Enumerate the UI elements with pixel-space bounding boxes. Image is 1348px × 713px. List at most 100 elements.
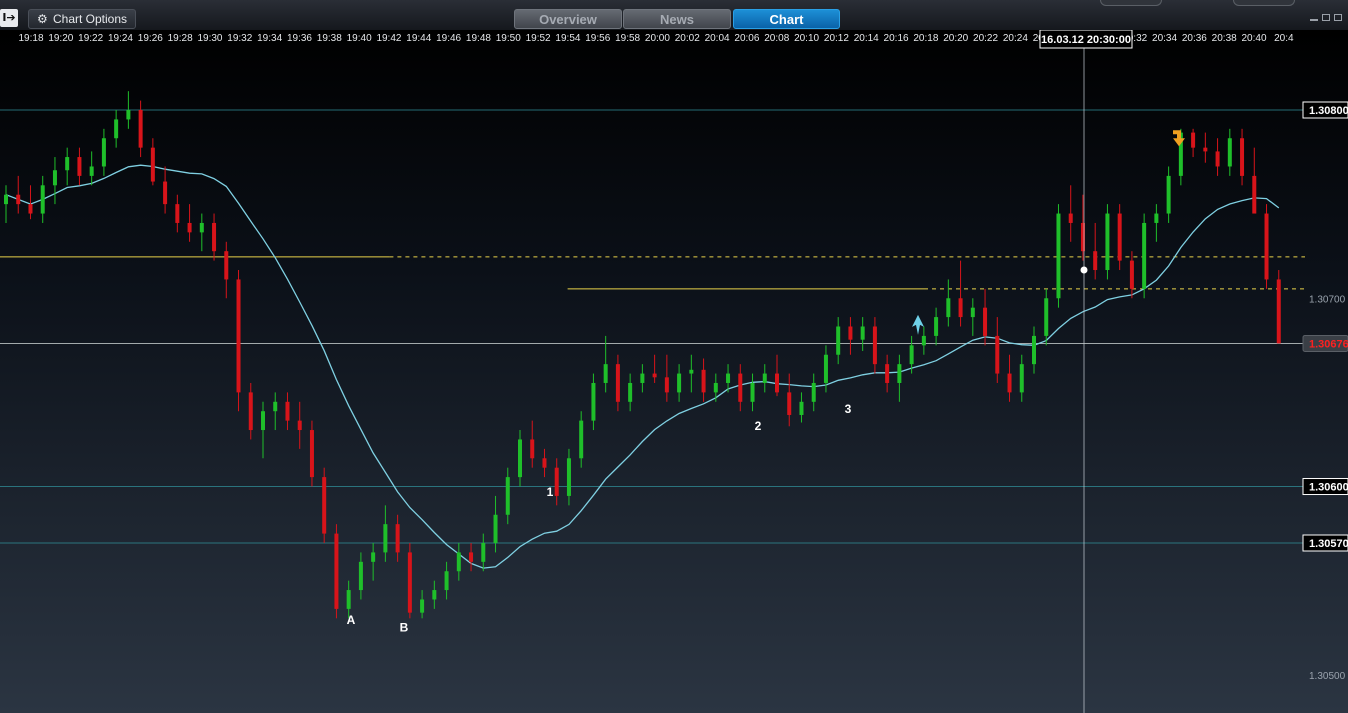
candle-body[interactable] xyxy=(1007,373,1012,393)
candle-body[interactable] xyxy=(591,382,596,421)
candle-body[interactable] xyxy=(1166,175,1171,214)
candle-body[interactable] xyxy=(187,222,192,233)
candle-body[interactable] xyxy=(1203,147,1208,152)
toolbar-tab-handle[interactable] xyxy=(1100,0,1162,6)
candle-body[interactable] xyxy=(566,458,571,496)
candle-body[interactable] xyxy=(799,401,804,415)
candle-body[interactable] xyxy=(1129,260,1134,289)
candle-body[interactable] xyxy=(236,279,241,393)
candle-body[interactable] xyxy=(958,298,963,318)
candle-body[interactable] xyxy=(16,194,21,205)
candle-body[interactable] xyxy=(897,364,902,383)
candle-body[interactable] xyxy=(395,524,400,553)
candle-body[interactable] xyxy=(138,110,143,148)
candle-body[interactable] xyxy=(518,439,522,478)
candle-body[interactable] xyxy=(762,373,767,383)
candle-body[interactable] xyxy=(1154,213,1159,223)
candle-body[interactable] xyxy=(701,369,706,393)
candle-body[interactable] xyxy=(89,166,94,176)
tab-chart[interactable]: Chart xyxy=(733,9,840,29)
candle-body[interactable] xyxy=(1142,222,1147,289)
candle-body[interactable] xyxy=(542,458,547,468)
candle-body[interactable] xyxy=(1093,251,1098,271)
candle-body[interactable] xyxy=(836,326,841,355)
candle-body[interactable] xyxy=(615,364,620,402)
candle-body[interactable] xyxy=(150,147,155,182)
candle-body[interactable] xyxy=(885,364,890,383)
candle-body[interactable] xyxy=(872,326,877,365)
candle-body[interactable] xyxy=(4,194,8,205)
candle-body[interactable] xyxy=(664,377,669,393)
candle-body[interactable] xyxy=(493,514,498,543)
candle-body[interactable] xyxy=(689,369,694,374)
candle-body[interactable] xyxy=(40,185,45,214)
candle-body[interactable] xyxy=(285,401,290,421)
candle-body[interactable] xyxy=(652,373,657,378)
candle-body[interactable] xyxy=(52,170,57,186)
candle-body[interactable] xyxy=(126,110,131,120)
candle-body[interactable] xyxy=(383,524,388,553)
candle-body[interactable] xyxy=(1264,213,1269,280)
candle-body[interactable] xyxy=(114,119,119,139)
candle-body[interactable] xyxy=(983,307,988,336)
candle-body[interactable] xyxy=(65,157,70,171)
candle-body[interactable] xyxy=(726,373,731,383)
candle-body[interactable] xyxy=(640,373,645,383)
candle-body[interactable] xyxy=(628,382,633,402)
candle-body[interactable] xyxy=(970,307,975,318)
toolbar-tab-handle[interactable] xyxy=(1233,0,1295,6)
candle-body[interactable] xyxy=(1019,364,1024,393)
candle-body[interactable] xyxy=(322,477,327,534)
minimize-icon[interactable] xyxy=(1310,18,1318,21)
collapse-panel-button[interactable]: I➔ xyxy=(0,9,18,27)
candle-body[interactable] xyxy=(1252,175,1257,214)
candle-body[interactable] xyxy=(1044,298,1049,336)
candle-body[interactable] xyxy=(199,222,204,233)
candle-body[interactable] xyxy=(248,392,253,431)
candle-body[interactable] xyxy=(469,552,474,562)
candle-body[interactable] xyxy=(175,204,180,223)
candle-body[interactable] xyxy=(297,420,302,431)
candle-body[interactable] xyxy=(787,392,792,415)
candle-body[interactable] xyxy=(995,335,1000,374)
candle-body[interactable] xyxy=(1117,213,1122,261)
candle-body[interactable] xyxy=(677,373,682,393)
candle-body[interactable] xyxy=(738,373,743,402)
candle-body[interactable] xyxy=(224,251,229,280)
candle-body[interactable] xyxy=(603,364,608,383)
candle-body[interactable] xyxy=(358,561,363,591)
candle-body[interactable] xyxy=(860,326,865,340)
candle-body[interactable] xyxy=(77,157,82,176)
candle-body[interactable] xyxy=(1276,279,1281,344)
candle-body[interactable] xyxy=(261,411,265,431)
candle-body[interactable] xyxy=(444,571,449,591)
candle-body[interactable] xyxy=(456,552,461,572)
candle-body[interactable] xyxy=(212,222,217,252)
restore-icon[interactable] xyxy=(1322,14,1330,21)
candle-body[interactable] xyxy=(530,439,535,459)
tab-news[interactable]: News xyxy=(623,9,731,29)
candle-body[interactable] xyxy=(946,298,951,318)
candle-body[interactable] xyxy=(505,477,510,515)
candle-body[interactable] xyxy=(921,335,926,346)
candle-body[interactable] xyxy=(28,204,33,214)
candle-body[interactable] xyxy=(579,420,584,459)
candle-body[interactable] xyxy=(1215,151,1220,167)
candle-body[interactable] xyxy=(750,382,755,402)
candle-body[interactable] xyxy=(1068,213,1073,223)
candle-body[interactable] xyxy=(1191,132,1196,148)
candle-body[interactable] xyxy=(309,430,314,478)
tab-overview[interactable]: Overview xyxy=(514,9,622,29)
candle-body[interactable] xyxy=(1227,138,1232,167)
candle-body[interactable] xyxy=(934,317,939,336)
maximize-icon[interactable] xyxy=(1334,14,1342,21)
candle-body[interactable] xyxy=(1032,335,1036,365)
price-chart[interactable]: A B 1 2 3 19:18 19:20 19:22 19:24 19:26 19:28 19:3… xyxy=(0,30,1348,713)
candle-body[interactable] xyxy=(481,543,486,562)
candle-body[interactable] xyxy=(346,590,351,609)
chart-options-button[interactable]: ⚙ Chart Options xyxy=(28,9,136,29)
candle-body[interactable] xyxy=(1240,138,1245,176)
candle-body[interactable] xyxy=(371,552,376,562)
candle-body[interactable] xyxy=(1056,213,1061,299)
candle-body[interactable] xyxy=(101,138,106,167)
